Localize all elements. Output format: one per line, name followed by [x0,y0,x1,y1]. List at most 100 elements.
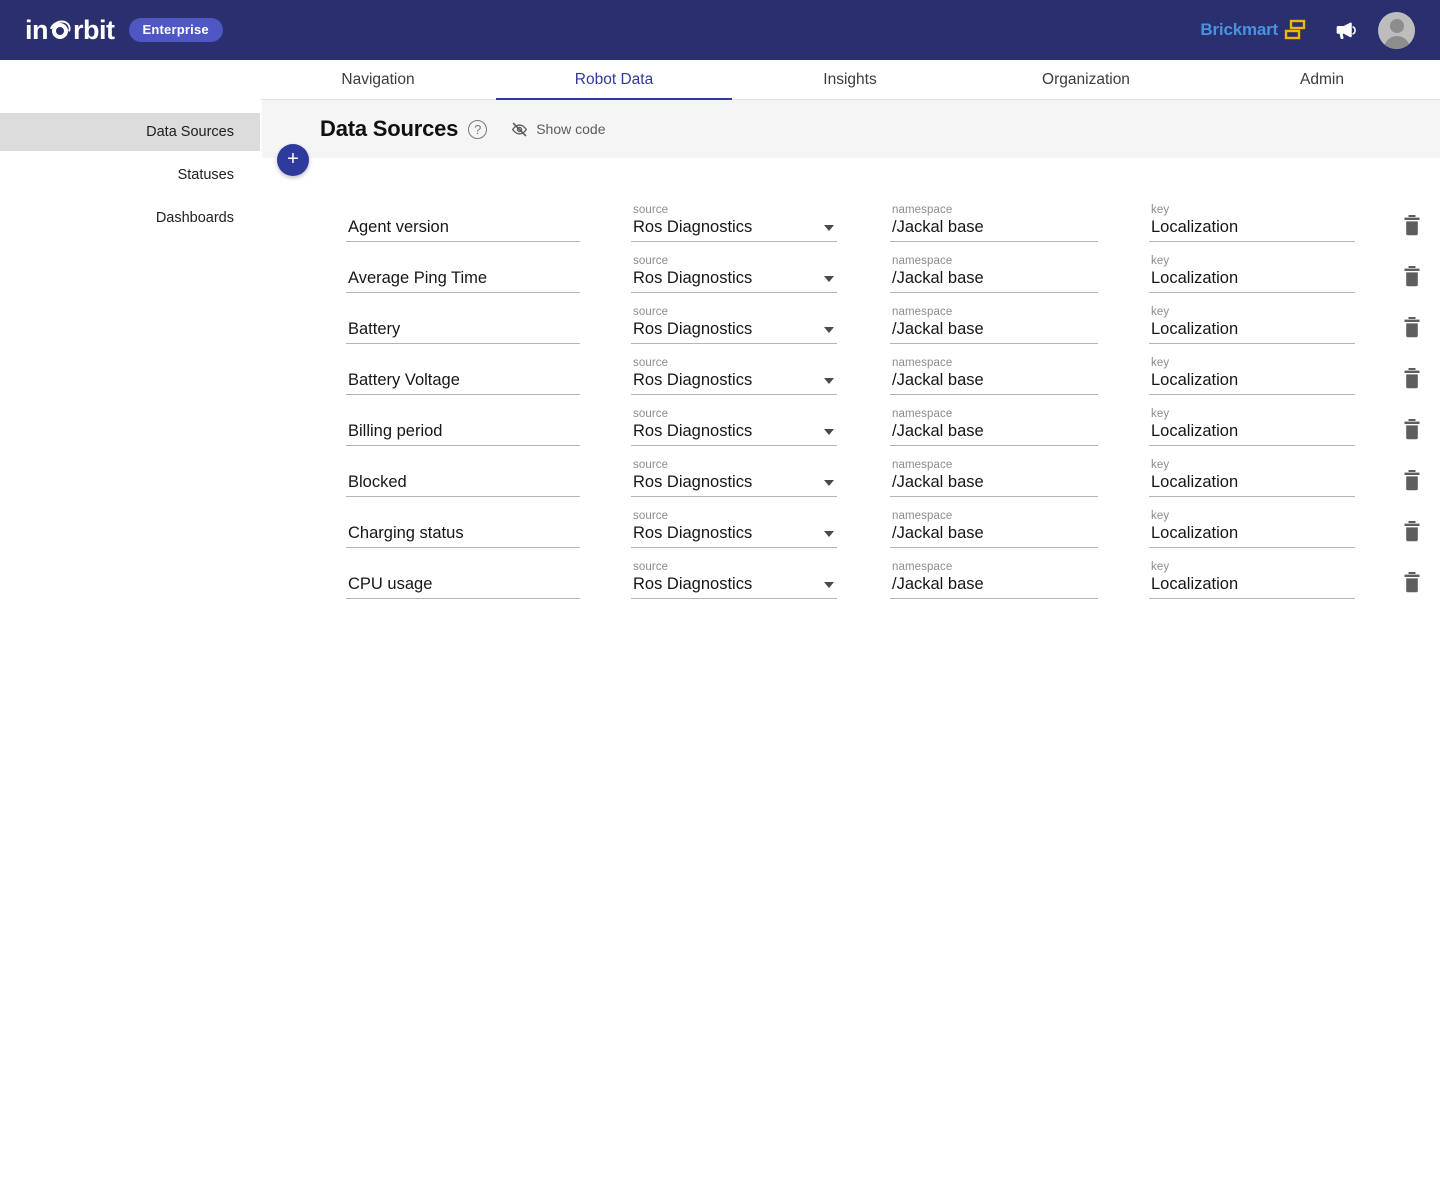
sidebar-item-dashboards[interactable]: Dashboards [0,199,260,237]
field-value: Localization [1151,269,1239,287]
source-select[interactable]: source Ros Diagnostics [631,255,837,293]
field-value: Ros Diagnostics [633,371,753,389]
namespace-field[interactable]: namespace /Jackal base [890,408,1098,446]
organization-name[interactable]: Brickmart [1200,20,1278,40]
field-label: source [633,408,669,420]
sidebar-item-label: Data Sources [146,124,234,140]
trash-icon[interactable] [1402,213,1422,237]
field-value: /Jackal base [892,371,984,389]
chevron-down-icon[interactable] [824,531,834,537]
source-select[interactable]: source Ros Diagnostics [631,357,837,395]
field-value: /Jackal base [892,218,984,236]
data-source-name-field[interactable]: CPU usage [346,562,580,599]
field-underline [890,598,1098,599]
field-value: Localization [1151,218,1239,236]
key-field[interactable]: key Localization [1149,204,1355,242]
add-data-source-button[interactable]: + [277,144,309,176]
chevron-down-icon[interactable] [824,276,834,282]
source-select[interactable]: source Ros Diagnostics [631,204,837,242]
data-source-name-field[interactable]: Agent version [346,205,580,242]
data-source-name-field[interactable]: Battery Voltage [346,358,580,395]
key-field[interactable]: key Localization [1149,510,1355,548]
source-select[interactable]: source Ros Diagnostics [631,510,837,548]
table-row: Average Ping Time source Ros Diagnostics… [262,242,1440,293]
table-row: Blocked source Ros Diagnostics namespace… [262,446,1440,497]
field-label: key [1151,561,1170,573]
namespace-field[interactable]: namespace /Jackal base [890,306,1098,344]
field-value: Localization [1151,422,1239,440]
namespace-field[interactable]: namespace /Jackal base [890,459,1098,497]
top-bar: in rbit Enterprise Brickmart [0,0,1440,60]
field-value: /Jackal base [892,269,984,287]
main-tab-bar: Navigation Robot Data Insights Organizat… [260,60,1440,101]
orbit-icon [46,16,74,43]
field-value: Ros Diagnostics [633,320,753,338]
tab-label: Organization [1042,71,1130,88]
field-value: Ros Diagnostics [633,473,753,491]
sidebar: Data Sources Statuses Dashboards [0,60,260,1190]
source-select[interactable]: source Ros Diagnostics [631,408,837,446]
tab-robot-data[interactable]: Robot Data [496,60,732,101]
tab-admin[interactable]: Admin [1204,60,1440,100]
field-value: /Jackal base [892,524,984,542]
trash-icon[interactable] [1402,417,1422,441]
trash-icon[interactable] [1402,366,1422,390]
chevron-down-icon[interactable] [824,480,834,486]
data-sources-list: Agent version source Ros Diagnostics nam… [262,158,1440,599]
table-row: Battery Voltage source Ros Diagnostics n… [262,344,1440,395]
field-label: source [633,204,669,216]
page-title: Data Sources [320,116,459,141]
brand-logo[interactable]: in rbit Enterprise [25,15,223,46]
namespace-field[interactable]: namespace /Jackal base [890,357,1098,395]
question-mark-circle-icon[interactable]: ? [468,119,488,139]
data-source-name-field[interactable]: Charging status [346,511,580,548]
data-source-name-field[interactable]: Blocked [346,460,580,497]
chevron-down-icon[interactable] [824,378,834,384]
trash-icon[interactable] [1402,519,1422,543]
namespace-field[interactable]: namespace /Jackal base [890,510,1098,548]
chevron-down-icon[interactable] [824,429,834,435]
key-field[interactable]: key Localization [1149,459,1355,497]
chevron-down-icon[interactable] [824,327,834,333]
field-value: Battery Voltage [348,371,460,389]
table-row: Charging status source Ros Diagnostics n… [262,497,1440,548]
key-field[interactable]: key Localization [1149,357,1355,395]
sidebar-item-label: Dashboards [155,210,234,226]
trash-icon[interactable] [1402,315,1422,339]
field-label: source [633,306,669,318]
megaphone-icon[interactable] [1332,17,1358,43]
data-source-name-field[interactable]: Battery [346,307,580,344]
user-avatar-icon[interactable] [1378,11,1415,49]
namespace-field[interactable]: namespace /Jackal base [890,561,1098,599]
sidebar-item-data-sources[interactable]: Data Sources [0,113,260,151]
key-field[interactable]: key Localization [1149,408,1355,446]
tab-navigation[interactable]: Navigation [260,60,496,100]
field-label: namespace [892,459,953,471]
field-label: key [1151,306,1170,318]
data-source-name-field[interactable]: Average Ping Time [346,256,580,293]
field-label: namespace [892,306,953,318]
tab-organization[interactable]: Organization [968,60,1204,100]
key-field[interactable]: key Localization [1149,255,1355,293]
logo-text-left: in [25,14,49,45]
source-select[interactable]: source Ros Diagnostics [631,459,837,497]
show-code-toggle[interactable]: Show code [511,121,606,138]
key-field[interactable]: key Localization [1149,306,1355,344]
data-source-name-field[interactable]: Billing period [346,409,580,446]
field-value: Billing period [348,422,443,440]
eye-off-icon [511,121,528,138]
key-field[interactable]: key Localization [1149,561,1355,599]
trash-icon[interactable] [1402,264,1422,288]
source-select[interactable]: source Ros Diagnostics [631,561,837,599]
source-select[interactable]: source Ros Diagnostics [631,306,837,344]
chevron-down-icon[interactable] [824,225,834,231]
namespace-field[interactable]: namespace /Jackal base [890,255,1098,293]
edition-badge: Enterprise [128,18,223,42]
trash-icon[interactable] [1402,570,1422,594]
sidebar-item-statuses[interactable]: Statuses [0,156,260,194]
chevron-down-icon[interactable] [824,582,834,588]
field-value: Localization [1151,320,1239,338]
tab-insights[interactable]: Insights [732,60,968,100]
namespace-field[interactable]: namespace /Jackal base [890,204,1098,242]
trash-icon[interactable] [1402,468,1422,492]
